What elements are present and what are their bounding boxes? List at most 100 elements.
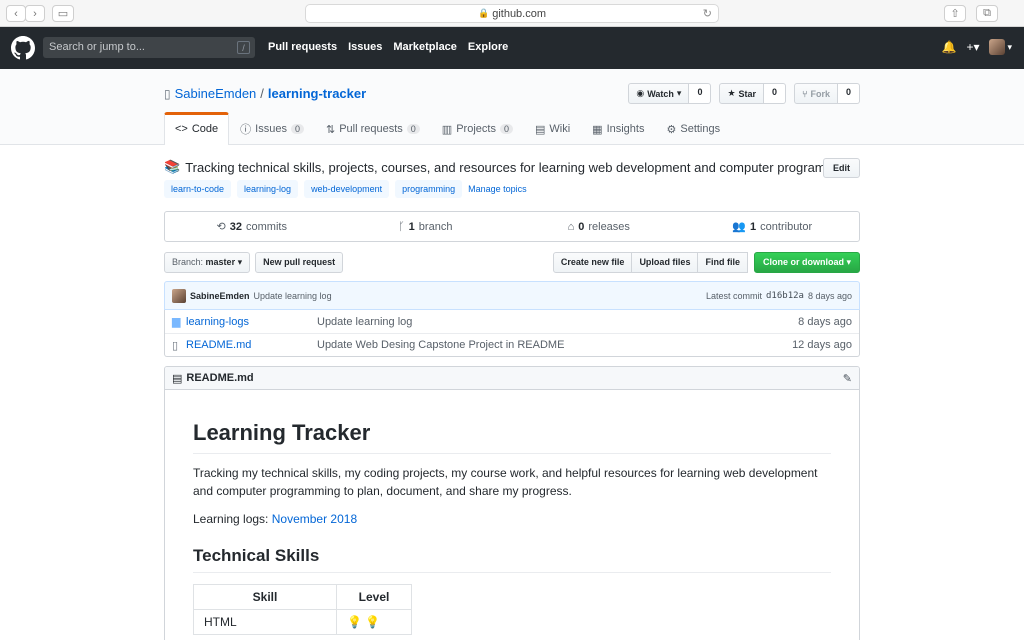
star-count[interactable]: 0: [764, 83, 787, 104]
search-input[interactable]: Search or jump to... /: [43, 37, 255, 58]
latest-commit-label: Latest commit: [705, 290, 763, 301]
projects-count: 0: [499, 124, 513, 134]
header-actions: 🔔 +▾ ▾: [941, 39, 1012, 55]
commit-sha-link[interactable]: d16b12a: [766, 291, 804, 301]
share-icon[interactable]: ⇧: [944, 5, 966, 22]
code-icon: <>: [175, 123, 188, 135]
repo-title-separator: /: [260, 86, 264, 101]
file-commit-link[interactable]: Update Web Desing Capstone Project in RE…: [317, 339, 564, 351]
github-header: Search or jump to... / Pull requests Iss…: [0, 27, 1024, 69]
tab-projects[interactable]: ▥ Projects 0: [431, 112, 524, 145]
level-cell: 💡 💡: [336, 609, 412, 635]
manage-topics-link[interactable]: Manage topics: [468, 184, 527, 194]
topic-tag[interactable]: learning-log: [237, 180, 299, 198]
chevron-down-icon: ▾: [1007, 41, 1012, 52]
repo-owner-link[interactable]: SabineEmden: [175, 86, 257, 101]
watch-button[interactable]: ◉ Watch ▾: [628, 83, 690, 104]
tab-issues[interactable]: ⓘ Issues 0: [229, 112, 315, 145]
star-group: ★ Star 0: [719, 83, 787, 104]
address-bar[interactable]: 🔒 github.com ↻: [305, 4, 719, 23]
file-age: 12 days ago: [792, 339, 852, 351]
file-commit-link[interactable]: Update learning log: [317, 316, 412, 328]
repo-description: 📚 Tracking technical skills, projects, c…: [164, 159, 860, 175]
history-icon: ⟲: [216, 221, 226, 233]
table-row: HTML 💡 💡: [193, 609, 412, 635]
tabs-icon[interactable]: ⧉: [976, 5, 998, 22]
skill-cell: HTML: [193, 609, 337, 635]
branches-link[interactable]: ᚴ 1 branch: [339, 212, 513, 241]
table-row: ▆ learning-logs Update learning log 8 da…: [165, 310, 859, 333]
commit-message-link[interactable]: Update learning log: [254, 291, 332, 301]
column-header: Level: [336, 584, 412, 610]
plus-dropdown-icon[interactable]: +▾: [966, 40, 979, 54]
reload-icon[interactable]: ↻: [703, 7, 712, 20]
forward-button[interactable]: ›: [25, 5, 45, 22]
github-logo-icon[interactable]: [11, 36, 35, 60]
repo-actions: ◉ Watch ▾ 0 ★ Star 0 ⑂ Fork 0: [628, 83, 860, 104]
user-menu[interactable]: ▾: [989, 39, 1012, 55]
back-button[interactable]: ‹: [6, 5, 26, 22]
books-icon: 📚: [164, 159, 181, 174]
file-navigation: Branch: master ▾ New pull request Create…: [164, 252, 860, 273]
learning-log-link[interactable]: November 2018: [272, 512, 357, 526]
edit-description-button[interactable]: Edit: [823, 158, 860, 178]
file-name-link[interactable]: learning-logs: [186, 316, 317, 328]
tab-pull-requests[interactable]: ⇅ Pull requests 0: [315, 112, 431, 145]
file-age: 8 days ago: [798, 315, 852, 328]
file-name-link[interactable]: README.md: [186, 339, 317, 351]
readme-content: Learning Tracker Tracking my technical s…: [165, 420, 859, 635]
tab-wiki[interactable]: ▤ Wiki: [524, 112, 581, 145]
upload-files-button[interactable]: Upload files: [631, 252, 699, 273]
commit-age: 8 days ago: [807, 290, 852, 301]
contributors-link[interactable]: 👥 1 contributor: [686, 212, 860, 241]
search-placeholder: Search or jump to...: [49, 41, 145, 53]
file-list: ▆ learning-logs Update learning log 8 da…: [164, 310, 860, 357]
repo-name-link[interactable]: learning-tracker: [268, 86, 366, 101]
star-icon: ★: [727, 88, 736, 98]
branch-icon: ᚴ: [398, 220, 405, 233]
fork-icon: ⑂: [802, 88, 808, 99]
folder-icon: ▆: [172, 316, 181, 328]
gear-icon: ⚙: [666, 123, 677, 136]
branch-select-button[interactable]: Branch: master ▾: [164, 252, 251, 273]
chevron-down-icon: ▾: [676, 88, 682, 98]
tab-insights[interactable]: ▦ Insights: [581, 112, 655, 145]
nav-marketplace[interactable]: Marketplace: [393, 41, 457, 53]
commit-author-link[interactable]: SabineEmden: [190, 291, 250, 301]
star-button[interactable]: ★ Star: [719, 83, 765, 104]
browser-toolbar: ‹ › ▭ 🔒 github.com ↻ ⇧ ⧉: [0, 0, 1024, 27]
nav-issues[interactable]: Issues: [348, 41, 382, 53]
commits-link[interactable]: ⟲ 32 commits: [165, 212, 339, 241]
create-file-button[interactable]: Create new file: [552, 252, 633, 273]
pencil-icon[interactable]: ✎: [843, 372, 852, 385]
pull-request-icon: ⇅: [325, 123, 336, 136]
tag-icon: ⌂: [567, 220, 575, 233]
nav-pull-requests[interactable]: Pull requests: [268, 41, 337, 53]
numbers-summary: ⟲ 32 commits ᚴ 1 branch ⌂ 0 releases 👥 1 contrib…: [164, 211, 860, 242]
watch-count[interactable]: 0: [689, 83, 712, 104]
fork-button[interactable]: ⑂ Fork: [794, 83, 838, 104]
bell-icon[interactable]: 🔔: [941, 40, 956, 54]
eye-icon: ◉: [636, 88, 645, 98]
readme-intro: Tracking my technical skills, my coding …: [193, 466, 818, 498]
fork-count[interactable]: 0: [837, 83, 860, 104]
top-nav: Pull requests Issues Marketplace Explore: [268, 41, 508, 53]
tab-settings[interactable]: ⚙ Settings: [655, 112, 731, 145]
topic-tag[interactable]: learn-to-code: [164, 180, 232, 198]
sidebar-toggle-icon[interactable]: ▭: [52, 5, 74, 22]
readme-filename: README.md: [186, 372, 254, 384]
avatar: [989, 39, 1006, 55]
readme-box: ▤ README.md ✎ Learning Tracker Tracking …: [164, 366, 860, 640]
people-icon: 👥: [732, 221, 747, 233]
clone-download-button[interactable]: Clone or download ▾: [753, 252, 860, 273]
pr-count: 0: [406, 124, 420, 134]
tab-code[interactable]: <> Code: [164, 112, 230, 145]
releases-link[interactable]: ⌂ 0 releases: [512, 212, 686, 241]
table-header-row: Skill Level: [193, 584, 412, 610]
topic-tag[interactable]: programming: [395, 180, 463, 198]
topic-tag[interactable]: web-development: [304, 180, 390, 198]
nav-explore[interactable]: Explore: [468, 41, 508, 53]
new-pull-request-button[interactable]: New pull request: [255, 252, 344, 273]
find-file-button[interactable]: Find file: [697, 252, 748, 273]
file-icon: ▯: [172, 339, 179, 352]
